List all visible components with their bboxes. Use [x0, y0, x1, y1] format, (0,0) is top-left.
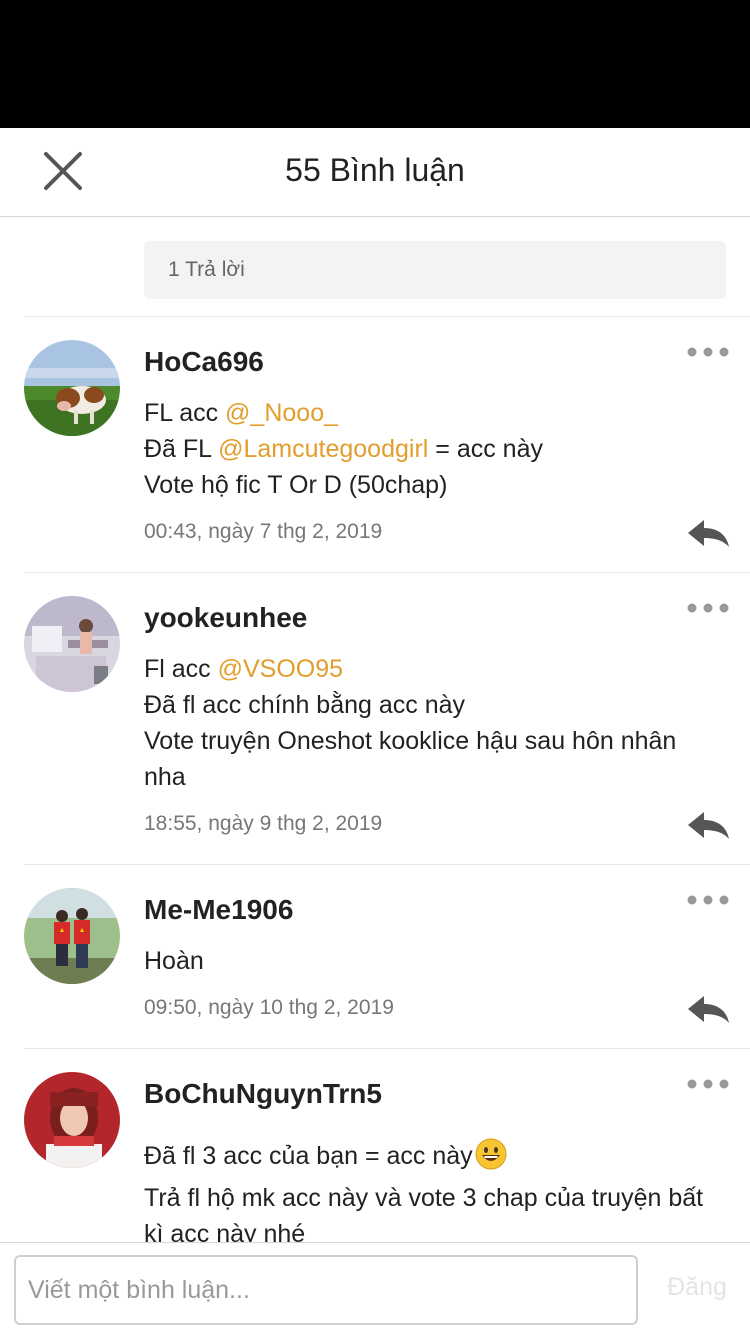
text-run: Đã FL: [144, 435, 219, 463]
comment-username[interactable]: BoChuNguynTrn5: [144, 1078, 382, 1110]
text-run: nha: [144, 763, 186, 791]
comment-line: Đã fl acc chính bằng acc này: [144, 687, 734, 723]
reply-icon[interactable]: [686, 518, 730, 548]
comment-username[interactable]: yookeunhee: [144, 602, 307, 634]
text-run: Trả fl hộ mk acc này và vote 3 chap của …: [144, 1184, 704, 1212]
comments-header: 55 Bình luận: [0, 128, 750, 217]
status-bar: [0, 0, 750, 128]
view-replies-link[interactable]: 1 Trả lời: [144, 241, 726, 299]
text-run: Vote truyện Oneshot kooklice hậu sau hôn…: [144, 727, 677, 755]
mention-link[interactable]: @VSOO95: [218, 655, 343, 683]
text-run: Đã fl acc chính bằng acc này: [144, 691, 466, 719]
comment-line: Hoàn: [144, 943, 734, 979]
comment-line: Trả fl hộ mk acc này và vote 3 chap của …: [144, 1180, 734, 1216]
divider: [24, 864, 750, 865]
mention-link[interactable]: @Lamcutegoodgirl: [218, 435, 428, 463]
mention-link[interactable]: @_Nooo_: [225, 399, 338, 427]
reply-icon[interactable]: [686, 810, 730, 840]
text-run: Fl acc: [144, 655, 218, 683]
avatar[interactable]: [24, 888, 120, 984]
text-run: FL acc: [144, 399, 226, 427]
text-run: = acc này: [428, 435, 543, 463]
avatar[interactable]: [24, 340, 120, 436]
divider: [24, 316, 750, 317]
text-run: Đã fl 3 acc của bạn = acc này: [144, 1142, 473, 1170]
reply-icon[interactable]: [686, 994, 730, 1024]
divider: [24, 1048, 750, 1049]
more-options-icon[interactable]: [686, 1078, 730, 1090]
comment-timestamp: 09:50, ngày 10 thg 2, 2019: [144, 996, 394, 1019]
comment-body: Hoàn: [144, 943, 734, 979]
avatar[interactable]: [24, 1072, 120, 1168]
post-button[interactable]: Đăng: [652, 1273, 742, 1302]
grinning-face-icon: [475, 1138, 507, 1180]
comment-timestamp: 00:43, ngày 7 thg 2, 2019: [144, 520, 383, 543]
avatar[interactable]: [24, 596, 120, 692]
comment-line: Đã fl 3 acc của bạn = acc này: [144, 1138, 734, 1180]
comment-username[interactable]: Me-Me1906: [144, 894, 293, 926]
comment-line: Vote hộ fic T Or D (50chap): [144, 467, 734, 503]
comment-username[interactable]: HoCa696: [144, 346, 264, 378]
comment-line: Fl acc @VSOO95: [144, 651, 734, 687]
comment-input[interactable]: [14, 1255, 638, 1325]
divider: [24, 572, 750, 573]
comment-body: Fl acc @VSOO95 Đã fl acc chính bằng acc …: [144, 651, 734, 795]
more-options-icon[interactable]: [686, 894, 730, 906]
page-title: 55 Bình luận: [285, 152, 465, 188]
comment-line: FL acc @_Nooo_: [144, 395, 734, 431]
comment-body: Đã fl 3 acc của bạn = acc này Trả fl hộ …: [144, 1138, 734, 1252]
comment-line: Vote truyện Oneshot kooklice hậu sau hôn…: [144, 723, 734, 759]
comment-timestamp: 18:55, ngày 9 thg 2, 2019: [144, 812, 383, 835]
comment-composer: Đăng: [0, 1242, 750, 1335]
comment-line: Đã FL @Lamcutegoodgirl = acc này: [144, 431, 734, 467]
comment-body: FL acc @_Nooo_ Đã FL @Lamcutegoodgirl = …: [144, 395, 734, 503]
text-run: Vote hộ fic T Or D (50chap): [144, 471, 448, 499]
more-options-icon[interactable]: [686, 346, 730, 358]
text-run: Hoàn: [144, 947, 204, 975]
more-options-icon[interactable]: [686, 602, 730, 614]
comment-line: nha: [144, 759, 734, 795]
